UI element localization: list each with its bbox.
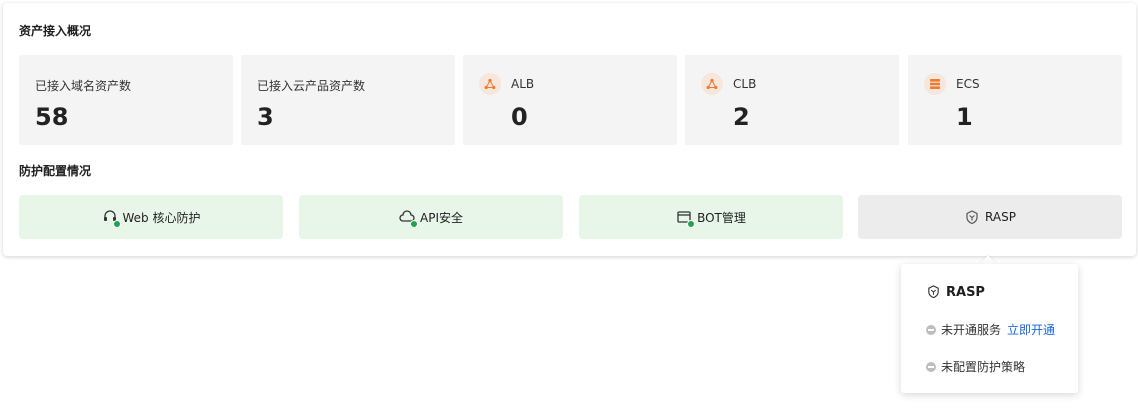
policy-status-row: 未配置防护策略: [926, 358, 1025, 375]
service-status-text: 未开通服务: [941, 323, 1002, 337]
activate-now-link[interactable]: 立即开通: [1007, 321, 1055, 338]
stat-card-clb[interactable]: CLB 2: [685, 55, 899, 145]
stat-card-cloud-assets[interactable]: 已接入云产品资产数 3: [241, 55, 455, 145]
share-nodes-icon: [479, 73, 501, 95]
server-stack-icon: [924, 73, 946, 95]
headset-shield-icon: [102, 209, 121, 228]
stat-value: 0: [511, 103, 528, 131]
stat-card-domain-assets[interactable]: 已接入域名资产数 58: [19, 55, 233, 145]
popover-title: RASP: [946, 285, 985, 300]
protection-config-title: 防护配置情况: [19, 164, 92, 178]
asset-overview-card: 资产接入概况 已接入域名资产数 58 已接入云产品资产数 3 ALB 0 CLB…: [3, 3, 1136, 256]
protection-api-security[interactable]: API安全: [299, 195, 563, 239]
stat-value: 58: [35, 103, 69, 131]
protection-label: RASP: [985, 210, 1016, 224]
stat-label: 已接入域名资产数: [35, 79, 132, 93]
stat-card-ecs[interactable]: ECS 1: [908, 55, 1122, 145]
disabled-status-icon: [926, 324, 936, 335]
rasp-popover: RASP 未开通服务 立即开通 未配置防护策略: [901, 264, 1078, 393]
policy-status-text: 未配置防护策略: [941, 360, 1026, 374]
bot-window-icon: [676, 209, 696, 228]
stat-label: ECS: [956, 77, 980, 91]
stat-value: 3: [257, 103, 274, 131]
stat-label: CLB: [733, 77, 757, 91]
stat-label: 已接入云产品资产数: [257, 79, 366, 93]
shield-icon: [964, 209, 980, 225]
protection-rasp[interactable]: RASP: [858, 195, 1122, 239]
service-status-row: 未开通服务 立即开通: [926, 321, 1055, 338]
shield-icon: [926, 284, 941, 303]
disabled-status-icon: [926, 361, 936, 372]
protection-label: Web 核心防护: [122, 210, 201, 225]
stat-card-alb[interactable]: ALB 0: [463, 55, 677, 145]
protection-web-core[interactable]: Web 核心防护: [19, 195, 283, 239]
stats-row: 已接入域名资产数 58 已接入云产品资产数 3 ALB 0 CLB 2 ECS: [19, 55, 1122, 145]
protection-bot-management[interactable]: BOT管理: [579, 195, 843, 239]
stat-label: ALB: [511, 77, 535, 91]
protection-label: BOT管理: [697, 210, 746, 225]
protection-label: API安全: [420, 210, 463, 225]
stat-value: 2: [733, 103, 750, 131]
asset-overview-title: 资产接入概况: [19, 24, 92, 38]
share-nodes-icon: [701, 73, 723, 95]
cloud-api-icon: [399, 209, 418, 228]
stat-value: 1: [956, 103, 973, 131]
